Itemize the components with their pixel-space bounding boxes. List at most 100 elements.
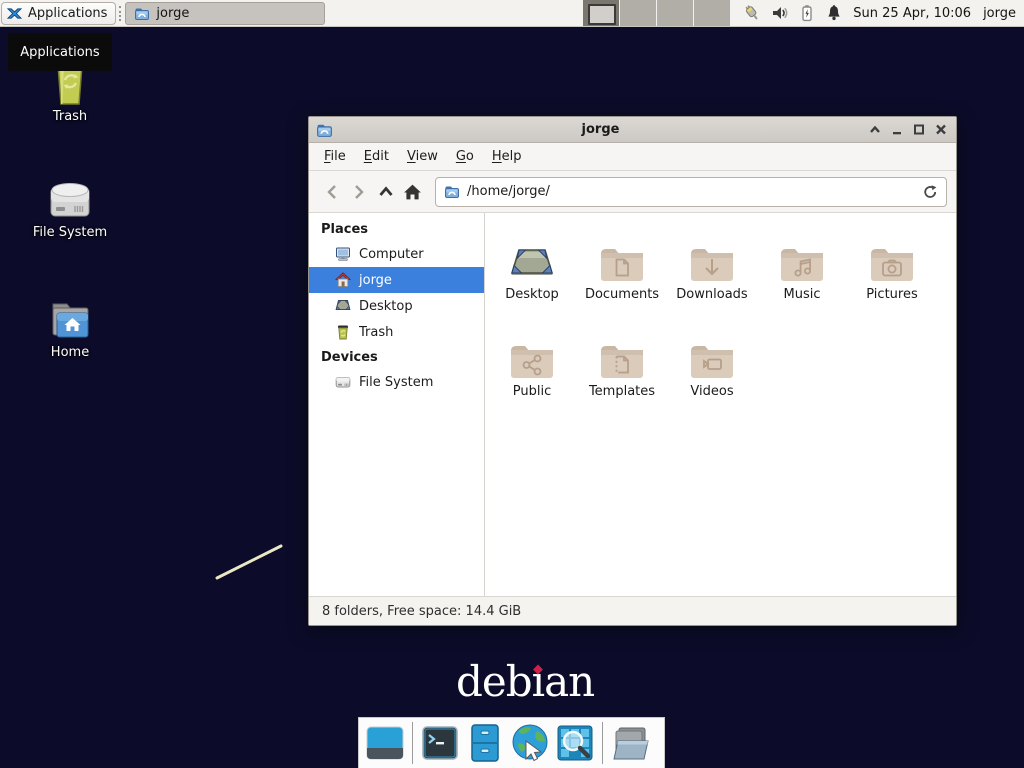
back-icon — [324, 183, 340, 201]
dock-terminal-button[interactable] — [419, 722, 461, 764]
menu-go[interactable]: Go — [447, 145, 483, 168]
hard-drive-icon — [335, 374, 351, 390]
dock-show-desktop-button[interactable] — [364, 722, 406, 764]
file-manager-window: jorge File Edit View Go Help — [308, 116, 957, 626]
window-folder-icon — [316, 122, 333, 138]
taskbar-window-button[interactable]: jorge — [125, 2, 325, 25]
sidebar-item-trash[interactable]: Trash — [309, 319, 484, 345]
web-browser-icon — [509, 722, 551, 764]
file-item-label: Desktop — [505, 287, 559, 302]
forward-button[interactable] — [345, 177, 372, 207]
folder-stack-icon — [609, 722, 651, 764]
file-item-desktop[interactable]: Desktop — [487, 227, 577, 324]
dock-file-cabinet-button[interactable] — [464, 722, 506, 764]
file-item-public[interactable]: Public — [487, 324, 577, 421]
workspace-3[interactable] — [657, 0, 694, 26]
sidebar-item-label: jorge — [359, 273, 392, 288]
applications-menu-label: Applications — [28, 6, 107, 21]
trash-icon — [335, 324, 351, 340]
sidebar-item-label: Computer — [359, 247, 424, 262]
file-cabinet-icon — [464, 722, 506, 764]
file-manager-body: Places Computer jorge — [309, 213, 956, 596]
desktop-icon-file-system[interactable]: File System — [22, 172, 118, 240]
home-folder-icon — [46, 298, 94, 342]
back-button[interactable] — [318, 177, 345, 207]
dock-app-finder-button[interactable] — [554, 722, 596, 764]
debian-logo-text: deb — [456, 657, 532, 706]
window-title: jorge — [333, 122, 868, 137]
file-item-label: Documents — [585, 287, 659, 302]
up-button[interactable] — [372, 177, 399, 207]
close-button[interactable] — [934, 123, 948, 136]
notification-bell-icon[interactable] — [825, 4, 843, 22]
menu-file[interactable]: File — [315, 145, 355, 168]
sidebar-header-devices: Devices — [309, 345, 484, 369]
sidebar-item-desktop[interactable]: Desktop — [309, 293, 484, 319]
forward-icon — [351, 183, 367, 201]
shade-button[interactable] — [868, 123, 882, 136]
desktop-surface-icon — [508, 243, 556, 283]
sidebar-item-label: Trash — [359, 325, 393, 340]
workspace-pager — [583, 0, 731, 26]
folder-document-icon — [598, 245, 646, 283]
file-item-pictures[interactable]: Pictures — [847, 227, 937, 324]
sidebar-item-file-system[interactable]: File System — [309, 369, 484, 395]
sidebar-item-computer[interactable]: Computer — [309, 241, 484, 267]
workspace-2[interactable] — [620, 0, 657, 26]
desktop-icon-label: Trash — [53, 109, 87, 124]
terminal-icon — [419, 722, 461, 764]
window-titlebar[interactable]: jorge — [309, 117, 956, 143]
folder-download-icon — [688, 245, 736, 283]
dock-web-browser-button[interactable] — [509, 722, 551, 764]
menu-view[interactable]: View — [398, 145, 447, 168]
battery-charging-icon[interactable] — [798, 4, 816, 22]
file-item-music[interactable]: Music — [757, 227, 847, 324]
file-item-documents[interactable]: Documents — [577, 227, 667, 324]
dock-panel — [358, 717, 665, 768]
panel-clock[interactable]: Sun 25 Apr, 10:06 — [853, 6, 971, 21]
minimize-button[interactable] — [890, 123, 904, 136]
menu-help[interactable]: Help — [483, 145, 531, 168]
location-folder-icon — [444, 184, 460, 199]
dock-separator — [602, 722, 603, 764]
file-item-label: Downloads — [676, 287, 747, 302]
folder-video-icon — [688, 342, 736, 380]
tooltip-text: Applications — [20, 45, 99, 60]
sidebar-header-places: Places — [309, 217, 484, 241]
workspace-1[interactable] — [583, 0, 620, 26]
menu-edit[interactable]: Edit — [355, 145, 398, 168]
taskbar-window-label: jorge — [156, 6, 189, 21]
home-icon — [335, 272, 351, 288]
menubar: File Edit View Go Help — [309, 143, 956, 171]
file-item-templates[interactable]: Templates — [577, 324, 667, 421]
dock-folder-button[interactable] — [609, 722, 651, 764]
network-plug-icon[interactable] — [743, 4, 762, 22]
sidebar-item-jorge[interactable]: jorge — [309, 267, 484, 293]
file-item-label: Pictures — [866, 287, 917, 302]
debian-wallpaper-logo: debıan — [456, 660, 594, 704]
location-bar[interactable]: /home/jorge/ — [435, 177, 947, 207]
reload-icon[interactable] — [923, 184, 938, 200]
sidebar-item-label: File System — [359, 375, 433, 390]
file-item-label: Templates — [589, 384, 655, 399]
xfce-logo-icon — [6, 5, 23, 22]
tasklist-handle[interactable] — [119, 6, 121, 21]
home-button[interactable] — [399, 177, 426, 207]
workspace-4[interactable] — [694, 0, 731, 26]
applications-menu-button[interactable]: Applications — [1, 2, 116, 25]
location-input[interactable]: /home/jorge/ — [467, 184, 916, 199]
file-item-downloads[interactable]: Downloads — [667, 227, 757, 324]
desktop-icon-label: Home — [51, 345, 89, 360]
up-icon — [377, 183, 395, 201]
volume-icon[interactable] — [771, 4, 789, 22]
hard-drive-icon — [46, 176, 94, 222]
file-item-label: Public — [513, 384, 551, 399]
maximize-button[interactable] — [912, 123, 926, 136]
file-item-videos[interactable]: Videos — [667, 324, 757, 421]
system-tray — [743, 4, 843, 22]
desktop-icon-label: File System — [33, 225, 107, 240]
folder-share-icon — [508, 342, 556, 380]
desktop-icon-home[interactable]: Home — [22, 292, 118, 360]
folder-template-icon — [598, 342, 646, 380]
file-item-label: Music — [784, 287, 821, 302]
